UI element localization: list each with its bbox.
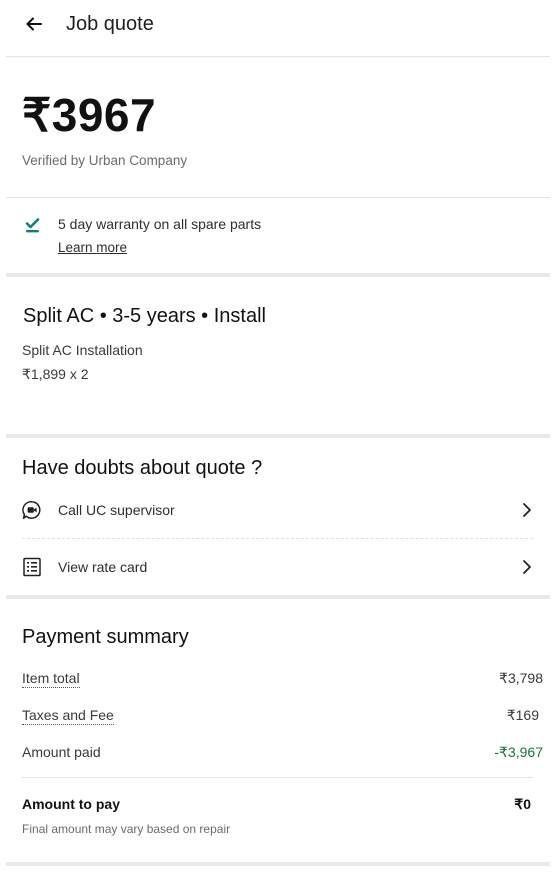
amount-paid-label: Amount paid	[22, 744, 101, 760]
amount-to-pay-value: ₹0	[514, 796, 531, 812]
section-divider	[6, 434, 550, 438]
verified-text: Verified by Urban Company	[22, 153, 188, 168]
quote-amount: ₹3967	[22, 89, 157, 141]
amount-to-pay-label: Amount to pay	[22, 796, 120, 812]
learn-more-link[interactable]: Learn more	[58, 240, 127, 255]
call-supervisor-label: Call UC supervisor	[58, 502, 175, 518]
back-button[interactable]	[22, 12, 46, 36]
service-title: Split AC • 3-5 years • Install	[23, 305, 266, 327]
amount-paid-value: -₹3,967	[494, 744, 543, 760]
check-badge-icon	[24, 216, 42, 234]
view-rate-card-label: View rate card	[58, 559, 148, 575]
taxes-fee-label[interactable]: Taxes and Fee	[22, 707, 114, 725]
section-divider	[6, 273, 550, 277]
item-total-label[interactable]: Item total	[22, 670, 80, 688]
doubts-title: Have doubts about quote ?	[22, 457, 263, 479]
warranty-text: 5 day warranty on all spare parts	[58, 216, 262, 232]
taxes-fee-value: ₹169	[506, 707, 539, 723]
page-title: Job quote	[66, 13, 154, 35]
disclaimer-text: Final amount may vary based on repair	[22, 822, 231, 836]
chat-video-icon	[22, 500, 42, 520]
view-rate-card-row[interactable]: View rate card	[22, 549, 534, 585]
call-supervisor-row[interactable]: Call UC supervisor	[22, 492, 534, 528]
service-price: ₹1,899 x 2	[22, 366, 89, 382]
item-total-value: ₹3,798	[499, 670, 543, 686]
arrow-left-icon	[26, 17, 42, 31]
payment-summary-title: Payment summary	[22, 626, 189, 648]
summary-divider	[22, 777, 533, 778]
quote-divider	[6, 197, 550, 198]
service-name: Split AC Installation	[22, 342, 143, 358]
section-divider	[6, 595, 550, 599]
row-divider	[22, 538, 533, 539]
section-divider	[6, 862, 550, 866]
chevron-right-icon	[522, 559, 532, 575]
rate-card-icon	[22, 557, 42, 577]
chevron-right-icon	[522, 502, 532, 518]
header-divider	[6, 56, 550, 57]
